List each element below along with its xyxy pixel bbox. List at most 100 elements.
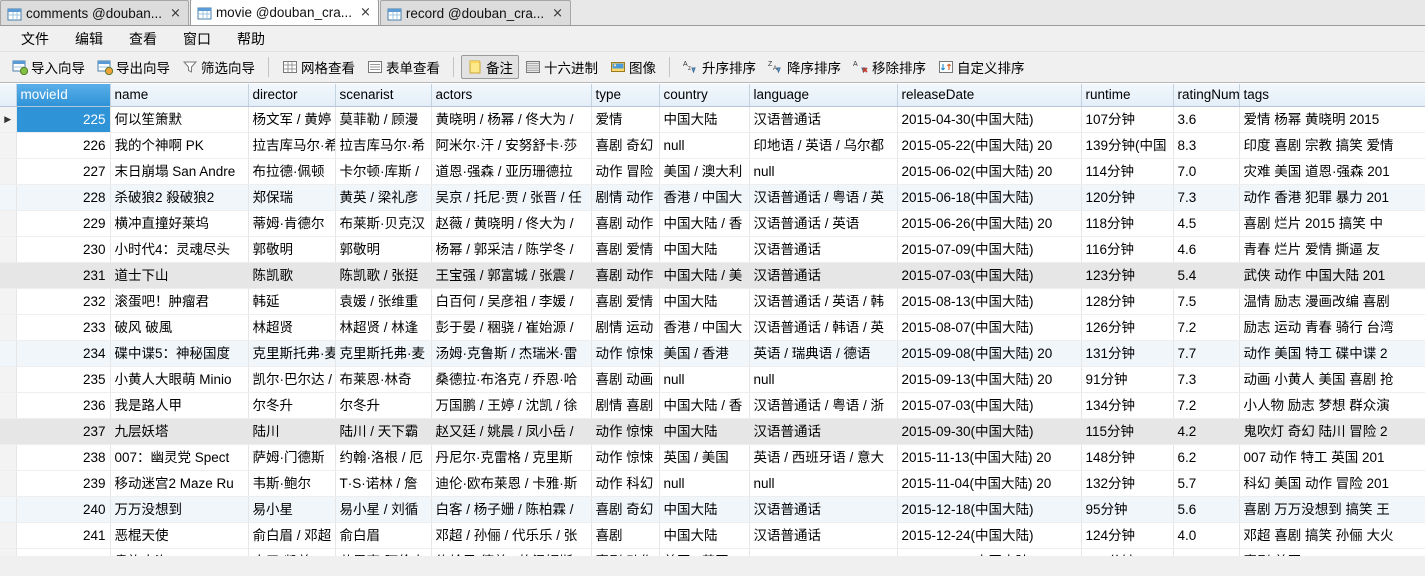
cell-country[interactable]: null	[659, 470, 750, 497]
cell-runtime[interactable]: 124分钟	[1081, 522, 1174, 549]
horizontal-scrollbar[interactable]	[0, 556, 1425, 565]
cell-type[interactable]: 喜剧 爱情	[591, 236, 660, 263]
cell-director[interactable]: 俞白眉 / 邓超	[248, 522, 336, 549]
cell-actors[interactable]: 杨幂 / 郭采洁 / 陈学冬 /	[431, 236, 592, 263]
cell-runtime[interactable]: 128分钟	[1081, 288, 1174, 315]
cell-country[interactable]: 中国大陆	[659, 288, 750, 315]
close-icon[interactable]: ×	[552, 7, 563, 20]
cell-name[interactable]: 道士下山	[110, 262, 249, 289]
cell-director[interactable]: 郑保瑞	[248, 184, 336, 211]
row-gutter-cell[interactable]	[0, 210, 17, 237]
cell-scenarist[interactable]: 布莱恩·林奇	[335, 366, 432, 393]
cell-language[interactable]: 汉语普通话 / 英语	[749, 210, 898, 237]
menu-item-1[interactable]: 编辑	[62, 26, 116, 52]
cell-name[interactable]: 杀破狼2 殺破狼2	[110, 184, 249, 211]
cell-ratingNum[interactable]: 6.2	[1173, 444, 1240, 471]
cell-type[interactable]: 动作 惊悚	[591, 418, 660, 445]
cell-releaseDate[interactable]: 2015-07-09(中国大陆)	[897, 236, 1082, 263]
cell-runtime[interactable]: 139分钟(中国	[1081, 132, 1174, 159]
cell-movieId[interactable]: 236	[16, 392, 111, 419]
cell-language[interactable]: null	[749, 366, 898, 393]
cell-director[interactable]: 杨文军 / 黄婷	[248, 106, 336, 133]
cell-ratingNum[interactable]: 4.0	[1173, 522, 1240, 549]
cell-type[interactable]: 喜剧 爱情	[591, 288, 660, 315]
row-gutter-cell[interactable]	[0, 444, 17, 471]
table-row[interactable]: 241 恶棍天使 俞白眉 / 邓超 俞白眉 邓超 / 孙俪 / 代乐乐 / 张喜剧 中国大…	[0, 522, 1425, 549]
cell-country[interactable]: 美国 / 澳大利	[659, 158, 750, 185]
cell-actors[interactable]: 道恩·强森 / 亚历珊德拉	[431, 158, 592, 185]
cell-tags[interactable]: 邓超 喜剧 搞笑 孙俪 大火	[1239, 522, 1425, 549]
table-row[interactable]: 234 碟中谍5：神秘国度 克里斯托弗·麦 克里斯托弗·麦 汤姆·克鲁斯 / 杰瑞米·…	[0, 340, 1425, 367]
column-header-name[interactable]: name	[110, 84, 249, 107]
cell-language[interactable]: 汉语普通话 / 粤语 / 英	[749, 184, 898, 211]
cell-name[interactable]: 何以笙箫默	[110, 106, 249, 133]
cell-releaseDate[interactable]: 2015-08-07(中国大陆)	[897, 314, 1082, 341]
cell-tags[interactable]: 灾难 美国 道恩·强森 201	[1239, 158, 1425, 185]
cell-movieId[interactable]: 226	[16, 132, 111, 159]
cell-movieId[interactable]: 238	[16, 444, 111, 471]
cell-releaseDate[interactable]: 2015-08-13(中国大陆)	[897, 288, 1082, 315]
cell-runtime[interactable]: 126分钟	[1081, 314, 1174, 341]
cell-ratingNum[interactable]: 7.3	[1173, 184, 1240, 211]
cell-scenarist[interactable]: 郭敬明	[335, 236, 432, 263]
cell-language[interactable]: 英语 / 西班牙语 / 意大	[749, 444, 898, 471]
cell-actors[interactable]: 丹尼尔·克雷格 / 克里斯	[431, 444, 592, 471]
toolbar-button-8[interactable]: 十六进制	[519, 55, 604, 79]
cell-director[interactable]: 布拉德·佩顿	[248, 158, 336, 185]
cell-tags[interactable]: 爱情 杨幂 黄晓明 2015	[1239, 106, 1425, 133]
cell-language[interactable]: null	[749, 158, 898, 185]
cell-releaseDate[interactable]: 2015-06-26(中国大陆) 20	[897, 210, 1082, 237]
cell-director[interactable]: 韦斯·鲍尔	[248, 470, 336, 497]
cell-runtime[interactable]: 118分钟	[1081, 210, 1174, 237]
toolbar-button-9[interactable]: 图像	[604, 55, 662, 79]
cell-name[interactable]: 小黄人大眼萌 Minio	[110, 366, 249, 393]
cell-name[interactable]: 我是路人甲	[110, 392, 249, 419]
tab-1[interactable]: movie @douban_cra... ×	[189, 0, 379, 25]
cell-country[interactable]: 中国大陆	[659, 418, 750, 445]
cell-country[interactable]: 中国大陆	[659, 496, 750, 523]
cell-actors[interactable]: 王宝强 / 郭富城 / 张震 /	[431, 262, 592, 289]
cell-actors[interactable]: 赵薇 / 黄晓明 / 佟大为 /	[431, 210, 592, 237]
cell-runtime[interactable]: 148分钟	[1081, 444, 1174, 471]
toolbar-button-13[interactable]: A 移除排序	[847, 55, 932, 79]
cell-tags[interactable]: 温情 励志 漫画改编 喜剧	[1239, 288, 1425, 315]
cell-runtime[interactable]: 115分钟	[1081, 418, 1174, 445]
row-gutter-cell[interactable]	[0, 392, 17, 419]
cell-movieId[interactable]: 239	[16, 470, 111, 497]
column-header-actors[interactable]: actors	[431, 84, 592, 107]
row-gutter-cell[interactable]	[0, 236, 17, 263]
cell-actors[interactable]: 彭于晏 / 稇骁 / 崔始源 /	[431, 314, 592, 341]
cell-type[interactable]: 动作 惊悚	[591, 340, 660, 367]
cell-releaseDate[interactable]: 2015-12-18(中国大陆)	[897, 496, 1082, 523]
menu-item-0[interactable]: 文件	[8, 26, 62, 52]
cell-ratingNum[interactable]: 3.6	[1173, 106, 1240, 133]
cell-movieId[interactable]: 227	[16, 158, 111, 185]
cell-runtime[interactable]: 116分钟	[1081, 236, 1174, 263]
cell-scenarist[interactable]: 莫菲勒 / 顾漫	[335, 106, 432, 133]
cell-scenarist[interactable]: 陈凯歌 / 张挺	[335, 262, 432, 289]
table-row[interactable]: 233 破风 破風 林超贤 林超贤 / 林逢 彭于晏 / 稇骁 / 崔始源 / 剧情 运…	[0, 314, 1425, 341]
cell-ratingNum[interactable]: 7.7	[1173, 340, 1240, 367]
tab-2[interactable]: record @douban_cra... ×	[379, 0, 572, 25]
cell-name[interactable]: 横冲直撞好莱坞	[110, 210, 249, 237]
cell-director[interactable]: 郭敬明	[248, 236, 336, 263]
cell-country[interactable]: 香港 / 中国大	[659, 314, 750, 341]
cell-ratingNum[interactable]: 5.4	[1173, 262, 1240, 289]
cell-actors[interactable]: 赵又廷 / 姚晨 / 凤小岳 /	[431, 418, 592, 445]
cell-type[interactable]: 剧情 喜剧	[591, 392, 660, 419]
cell-country[interactable]: 中国大陆 / 香	[659, 392, 750, 419]
cell-movieId[interactable]: 237	[16, 418, 111, 445]
cell-scenarist[interactable]: 易小星 / 刘循	[335, 496, 432, 523]
cell-director[interactable]: 拉吉库马尔·希	[248, 132, 336, 159]
cell-director[interactable]: 尔冬升	[248, 392, 336, 419]
cell-releaseDate[interactable]: 2015-05-22(中国大陆) 20	[897, 132, 1082, 159]
cell-actors[interactable]: 白客 / 杨子姗 / 陈柏霖 /	[431, 496, 592, 523]
column-header-tags[interactable]: tags	[1239, 84, 1425, 107]
cell-releaseDate[interactable]: 2015-07-03(中国大陆)	[897, 262, 1082, 289]
cell-type[interactable]: 喜剧 奇幻	[591, 132, 660, 159]
row-gutter-cell[interactable]	[0, 314, 17, 341]
cell-type[interactable]: 动作 惊悚	[591, 444, 660, 471]
cell-runtime[interactable]: 114分钟	[1081, 158, 1174, 185]
cell-name[interactable]: 滚蛋吧！肿瘤君	[110, 288, 249, 315]
column-header-movieId[interactable]: movieId	[16, 84, 111, 107]
